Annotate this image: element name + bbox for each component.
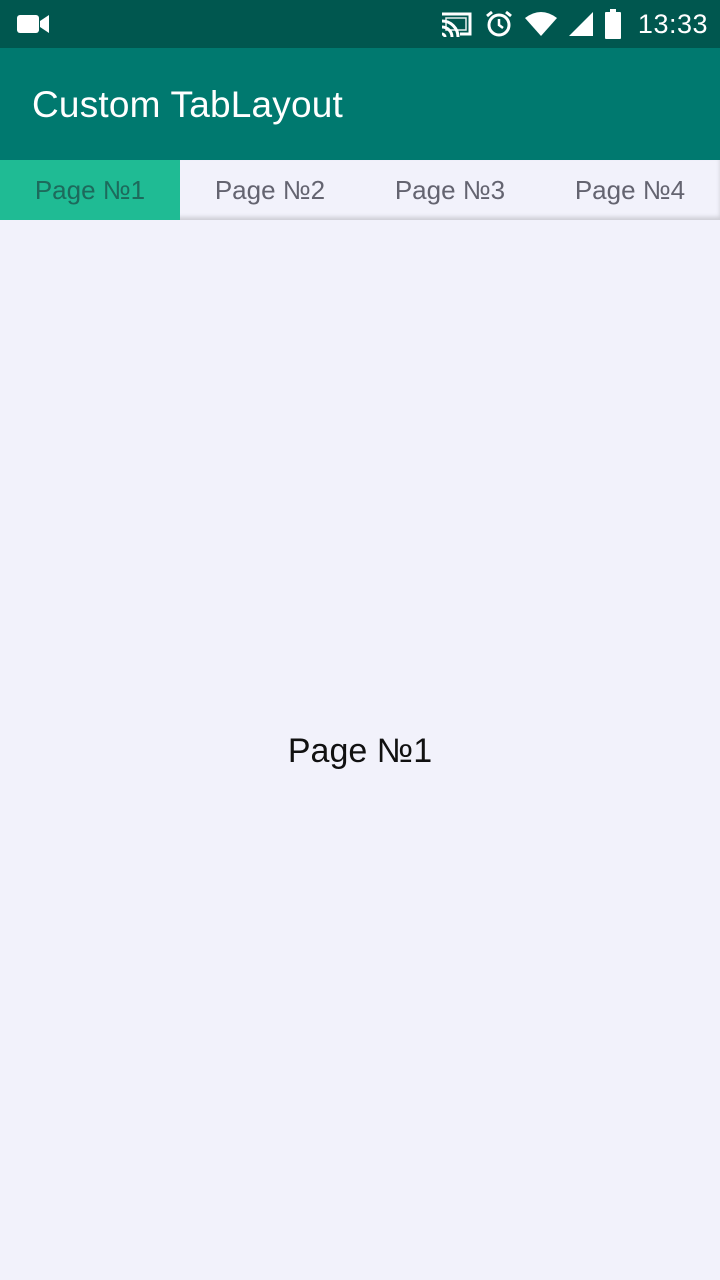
wifi-icon xyxy=(524,11,558,37)
tab-page-4[interactable]: Page №4 xyxy=(540,160,720,220)
page-label: Page №1 xyxy=(287,732,433,770)
tab-page-3[interactable]: Page №3 xyxy=(360,160,540,220)
status-time: 13:33 xyxy=(637,8,708,39)
cast-icon xyxy=(440,10,474,38)
page-content: Page №1 xyxy=(0,220,720,1280)
tab-layout: Page №1 Page №2 Page №3 Page №4 xyxy=(0,160,720,220)
status-bar-left xyxy=(16,10,50,38)
signal-icon xyxy=(568,11,594,37)
app-title: Custom TabLayout xyxy=(32,84,344,125)
battery-icon xyxy=(604,9,622,39)
tab-page-2[interactable]: Page №2 xyxy=(180,160,360,220)
status-bar-right: 13:33 xyxy=(440,0,708,48)
app-bar: Custom TabLayout xyxy=(0,48,720,160)
app-screen: 13:33 Custom TabLayout Page №1 Page №2 P… xyxy=(0,0,720,1280)
status-bar: 13:33 xyxy=(0,0,720,48)
video-camera-icon xyxy=(16,13,50,35)
alarm-icon xyxy=(484,9,514,39)
tab-page-1[interactable]: Page №1 xyxy=(0,160,180,220)
